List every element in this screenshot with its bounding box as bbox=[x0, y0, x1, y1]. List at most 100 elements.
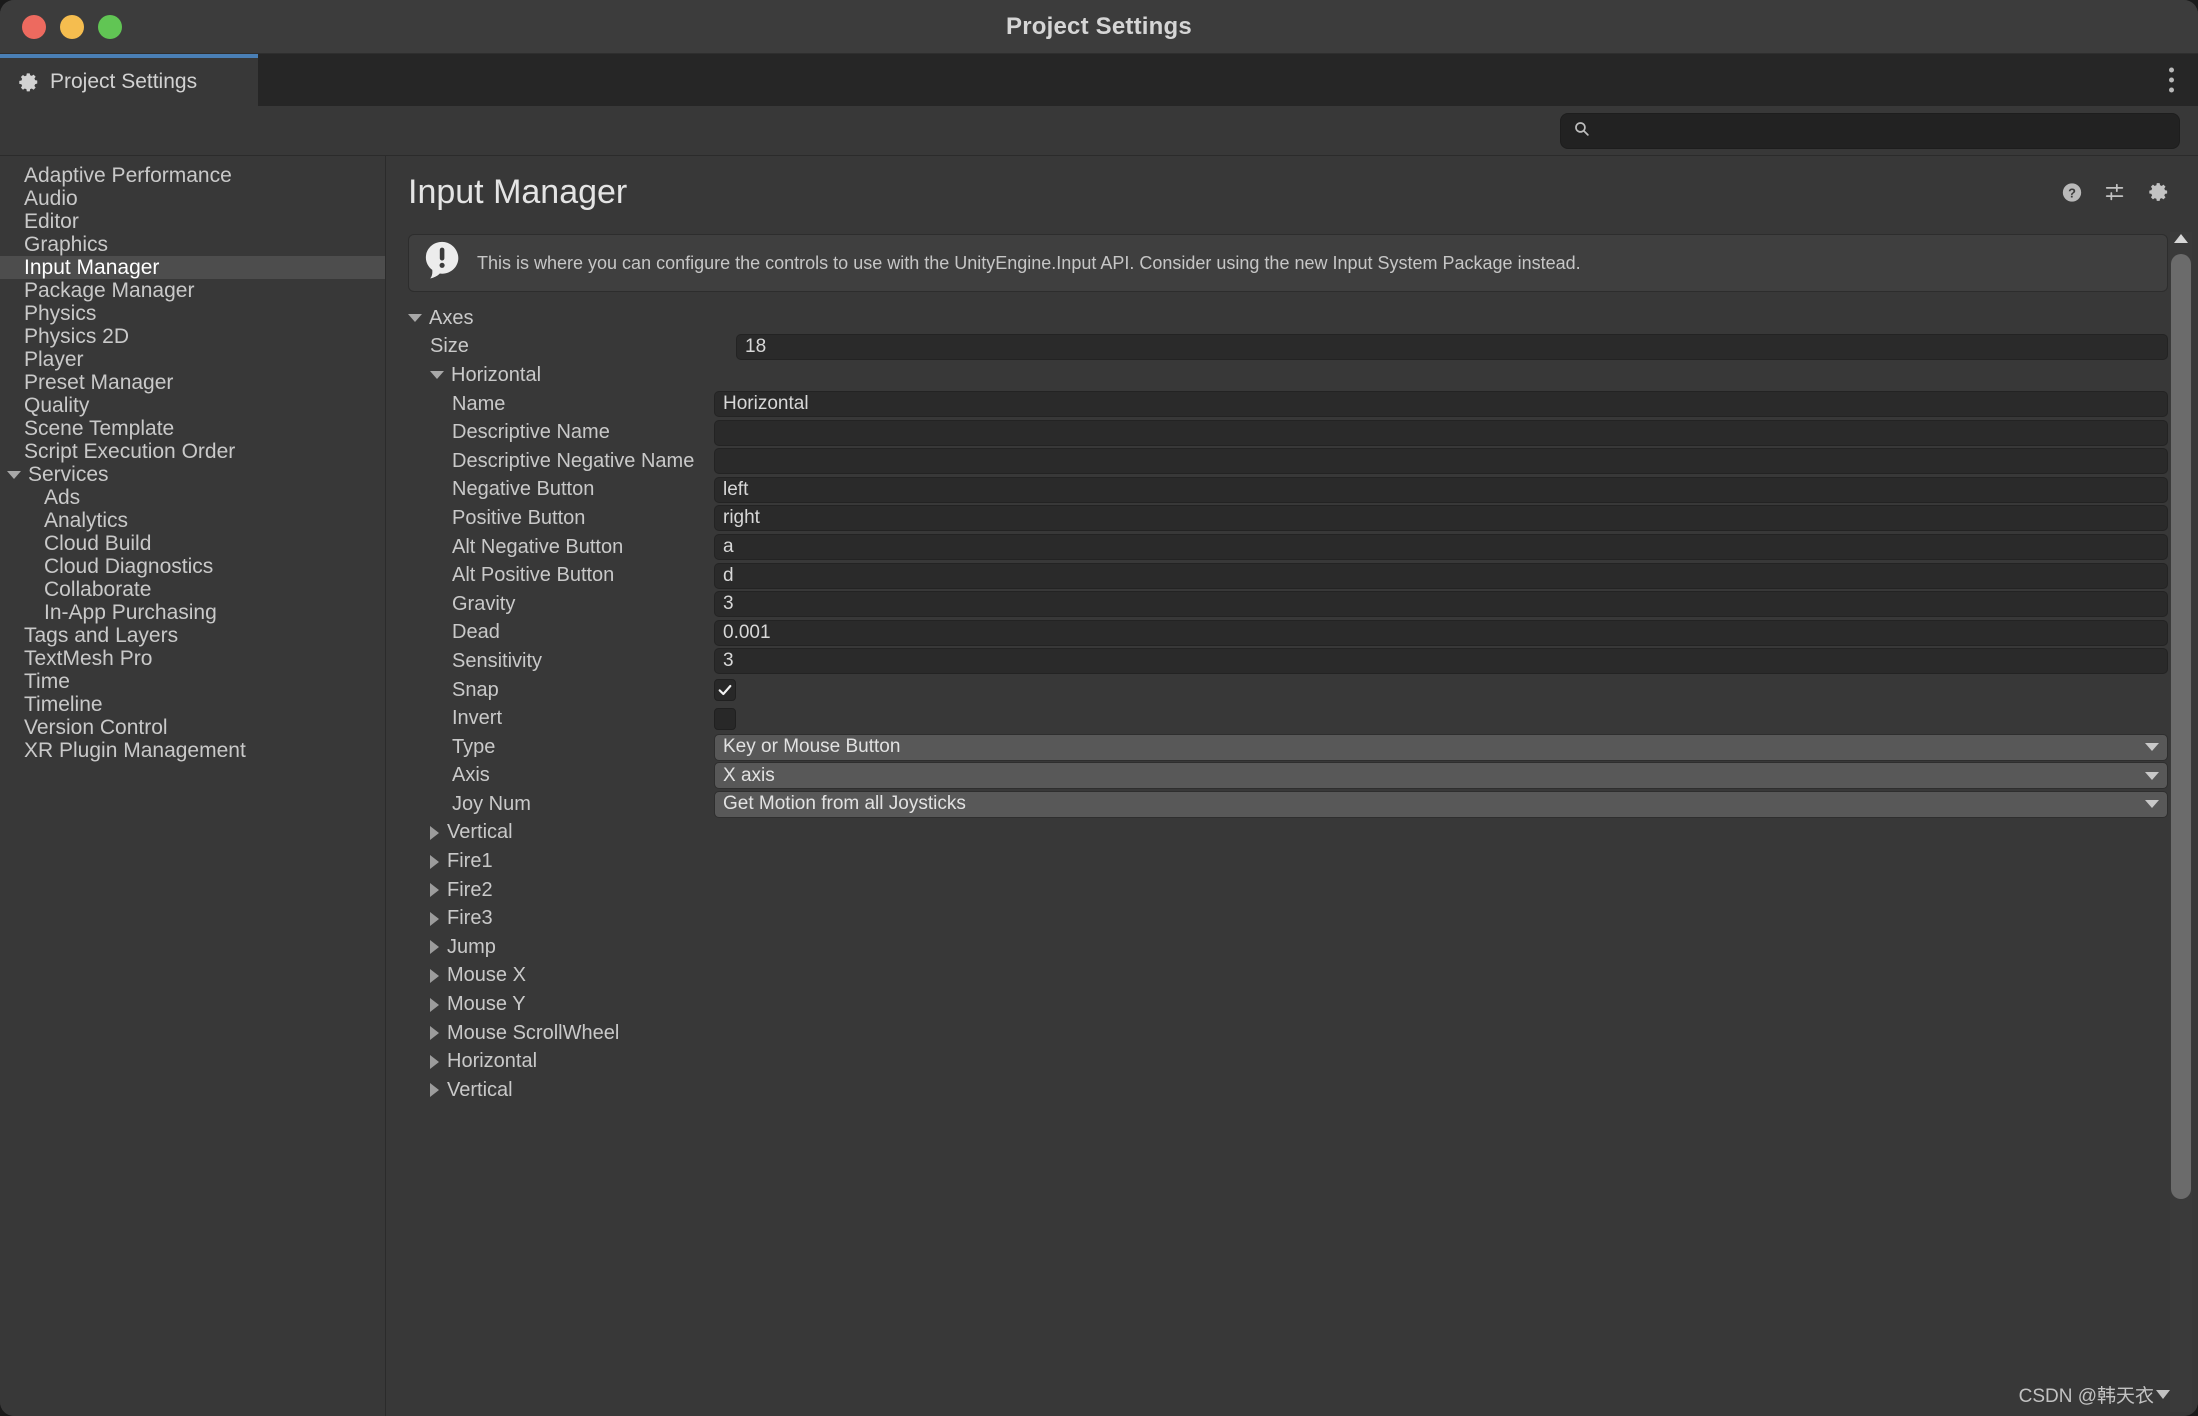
sidebar-item-physics-2d[interactable]: Physics 2D bbox=[0, 325, 385, 348]
sidebar-item-adaptive-performance[interactable]: Adaptive Performance bbox=[0, 164, 385, 187]
settings-row-dead: Dead 0.001 bbox=[386, 619, 2198, 648]
row-label: Descriptive Negative Name bbox=[452, 449, 695, 472]
row-label-wrap: Type bbox=[408, 736, 714, 759]
sidebar-item-label: Collaborate bbox=[44, 577, 152, 601]
sidebar-item-label: Audio bbox=[24, 186, 78, 210]
chevron-down-icon[interactable] bbox=[7, 470, 21, 479]
input-negative-button[interactable]: left bbox=[714, 476, 2168, 503]
tab-strip: Project Settings bbox=[0, 54, 2198, 106]
chevron-right-icon[interactable] bbox=[430, 883, 439, 898]
sidebar-item-timeline[interactable]: Timeline bbox=[0, 693, 385, 716]
sidebar-item-audio[interactable]: Audio bbox=[0, 187, 385, 210]
row-label-wrap[interactable]: Mouse Y bbox=[408, 993, 736, 1016]
input-alt-positive-button[interactable]: d bbox=[714, 562, 2168, 589]
sidebar-item-quality[interactable]: Quality bbox=[0, 394, 385, 417]
chevron-right-icon[interactable] bbox=[430, 940, 439, 955]
input-size[interactable]: 18 bbox=[736, 333, 2168, 360]
input-value: right bbox=[723, 507, 760, 529]
preset-icon[interactable] bbox=[2103, 181, 2127, 203]
sidebar-item-player[interactable]: Player bbox=[0, 348, 385, 371]
chevron-right-icon[interactable] bbox=[430, 1054, 439, 1069]
more-options-icon[interactable] bbox=[2169, 67, 2174, 93]
input-descriptive-name[interactable] bbox=[714, 419, 2168, 446]
sidebar-item-in-app-purchasing[interactable]: In-App Purchasing bbox=[0, 601, 385, 624]
sidebar-item-cloud-diagnostics[interactable]: Cloud Diagnostics bbox=[0, 555, 385, 578]
search-box[interactable] bbox=[1560, 112, 2180, 149]
row-label-wrap[interactable]: Horizontal bbox=[408, 364, 736, 387]
settings-row-alt-positive-button: Alt Positive Button d bbox=[386, 561, 2198, 590]
sidebar-item-physics[interactable]: Physics bbox=[0, 302, 385, 325]
input-alt-negative-button[interactable]: a bbox=[714, 534, 2168, 561]
row-label-wrap[interactable]: Vertical bbox=[408, 1079, 736, 1102]
input-descriptive-negative-name[interactable] bbox=[714, 448, 2168, 475]
chevron-right-icon[interactable] bbox=[430, 1026, 439, 1041]
sidebar-item-script-execution-order[interactable]: Script Execution Order bbox=[0, 440, 385, 463]
row-label-wrap[interactable]: Mouse ScrollWheel bbox=[408, 1022, 736, 1045]
checkbox-snap[interactable] bbox=[714, 679, 736, 702]
settings-row-horizontal: Horizontal bbox=[386, 1047, 2198, 1076]
help-icon[interactable]: ? bbox=[2061, 181, 2083, 203]
chevron-right-icon[interactable] bbox=[430, 1083, 439, 1098]
chevron-right-icon[interactable] bbox=[430, 854, 439, 869]
row-label-wrap[interactable]: Vertical bbox=[408, 821, 736, 844]
sidebar-item-editor[interactable]: Editor bbox=[0, 210, 385, 233]
sidebar-item-tags-and-layers[interactable]: Tags and Layers bbox=[0, 624, 385, 647]
input-value: 3 bbox=[723, 593, 734, 615]
sidebar-item-analytics[interactable]: Analytics bbox=[0, 509, 385, 532]
chevron-right-icon[interactable] bbox=[430, 911, 439, 926]
sidebar-item-label: Ads bbox=[44, 485, 81, 509]
chevron-right-icon[interactable] bbox=[430, 997, 439, 1012]
row-label: Positive Button bbox=[452, 506, 586, 529]
vertical-scrollbar[interactable] bbox=[2170, 232, 2192, 1412]
sidebar-item-ads[interactable]: Ads bbox=[0, 486, 385, 509]
settings-row-axis: Axis X axis bbox=[386, 762, 2198, 791]
dropdown-axis[interactable]: X axis bbox=[714, 762, 2168, 790]
dropdown-joy-num[interactable]: Get Motion from all Joysticks bbox=[714, 790, 2168, 818]
scroll-up-arrow-icon[interactable] bbox=[2174, 234, 2188, 243]
project-settings-window: Project Settings Project Settings Adapti… bbox=[0, 0, 2198, 1416]
row-label-wrap[interactable]: Jump bbox=[408, 936, 736, 959]
chevron-down-icon[interactable] bbox=[408, 314, 422, 323]
input-name[interactable]: Horizontal bbox=[714, 391, 2168, 418]
row-label-wrap[interactable]: Mouse X bbox=[408, 964, 736, 987]
sidebar-item-collaborate[interactable]: Collaborate bbox=[0, 578, 385, 601]
chevron-right-icon[interactable] bbox=[430, 968, 439, 983]
settings-gear-icon[interactable] bbox=[2147, 181, 2170, 204]
input-value: 18 bbox=[745, 335, 767, 357]
input-positive-button[interactable]: right bbox=[714, 505, 2168, 532]
input-dead[interactable]: 0.001 bbox=[714, 619, 2168, 646]
sidebar-item-label: XR Plugin Management bbox=[24, 738, 246, 762]
sidebar-item-input-manager[interactable]: Input Manager bbox=[0, 256, 385, 279]
sidebar-item-time[interactable]: Time bbox=[0, 670, 385, 693]
row-label-wrap[interactable]: Horizontal bbox=[408, 1050, 736, 1073]
input-gravity[interactable]: 3 bbox=[714, 591, 2168, 618]
sidebar-item-package-manager[interactable]: Package Manager bbox=[0, 279, 385, 302]
row-label: Fire2 bbox=[447, 878, 493, 901]
input-value: 0.001 bbox=[723, 621, 771, 643]
row-label-wrap: Positive Button bbox=[408, 507, 714, 530]
sidebar-item-textmesh-pro[interactable]: TextMesh Pro bbox=[0, 647, 385, 670]
dropdown-value: X axis bbox=[723, 764, 775, 786]
settings-row-mouse-x: Mouse X bbox=[386, 962, 2198, 991]
search-input[interactable] bbox=[1598, 120, 2167, 141]
checkbox-invert[interactable] bbox=[714, 707, 736, 730]
chevron-right-icon[interactable] bbox=[430, 825, 439, 840]
row-label: Axes bbox=[429, 306, 474, 329]
sidebar-item-preset-manager[interactable]: Preset Manager bbox=[0, 371, 385, 394]
tab-project-settings[interactable]: Project Settings bbox=[0, 54, 258, 106]
input-sensitivity[interactable]: 3 bbox=[714, 648, 2168, 675]
sidebar-item-scene-template[interactable]: Scene Template bbox=[0, 417, 385, 440]
scrollbar-thumb[interactable] bbox=[2171, 254, 2191, 1199]
row-label-wrap[interactable]: Fire3 bbox=[408, 907, 736, 930]
sidebar-item-services[interactable]: Services bbox=[0, 463, 385, 486]
sidebar-item-graphics[interactable]: Graphics bbox=[0, 233, 385, 256]
row-label-wrap[interactable]: Axes bbox=[408, 307, 758, 330]
sidebar-item-version-control[interactable]: Version Control bbox=[0, 716, 385, 739]
chevron-down-icon[interactable] bbox=[430, 371, 444, 380]
row-label-wrap[interactable]: Fire2 bbox=[408, 879, 736, 902]
input-value: Horizontal bbox=[723, 393, 809, 415]
sidebar-item-cloud-build[interactable]: Cloud Build bbox=[0, 532, 385, 555]
dropdown-type[interactable]: Key or Mouse Button bbox=[714, 733, 2168, 761]
sidebar-item-xr-plugin-management[interactable]: XR Plugin Management bbox=[0, 739, 385, 762]
row-label-wrap[interactable]: Fire1 bbox=[408, 850, 736, 873]
